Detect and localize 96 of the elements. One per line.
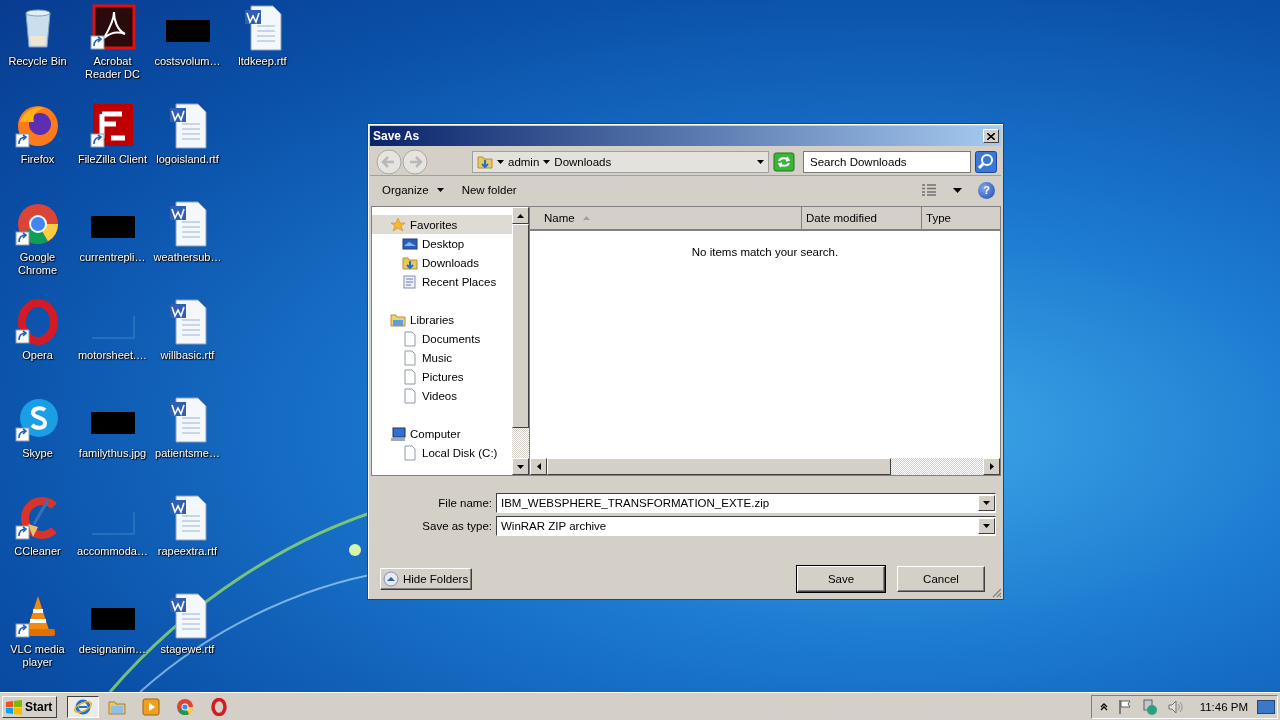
nav-item[interactable]: Recent Places bbox=[372, 272, 512, 291]
close-icon bbox=[987, 132, 995, 140]
icon-label[interactable]: familythus.jpg bbox=[75, 447, 150, 460]
play-icon bbox=[142, 697, 161, 716]
start-button[interactable]: Start bbox=[2, 695, 58, 718]
dialog-button[interactable]: Cancel bbox=[897, 566, 985, 592]
address-bar[interactable]: admin Downloads bbox=[472, 150, 769, 173]
browser-logo-icon bbox=[176, 697, 195, 716]
scroll-right-button[interactable] bbox=[983, 458, 1000, 475]
icon-label[interactable]: patientsme… bbox=[150, 447, 225, 460]
show-desktop-icon[interactable] bbox=[1257, 699, 1275, 714]
icon-label[interactable]: FileZilla Client bbox=[75, 153, 150, 166]
toolbar-button[interactable]: Organize bbox=[376, 181, 450, 199]
breadcrumb-item[interactable]: admin bbox=[508, 155, 540, 168]
caret-icon bbox=[436, 188, 444, 192]
nav-item[interactable]: Videos bbox=[372, 386, 512, 405]
recent-places-icon bbox=[402, 273, 418, 290]
icon-label[interactable]: logoisland.rtf bbox=[150, 153, 225, 166]
computer-icon bbox=[390, 425, 406, 442]
view-list-icon[interactable] bbox=[921, 184, 937, 196]
icon-label[interactable]: willbasic.rtf bbox=[150, 349, 225, 362]
page-icon bbox=[402, 349, 418, 366]
caret-icon bbox=[989, 463, 994, 470]
icon-label[interactable]: rapeextra.rtf bbox=[150, 545, 225, 558]
caret-icon bbox=[536, 463, 541, 470]
download-folder-icon bbox=[477, 153, 493, 170]
icon-label[interactable]: Firefox bbox=[0, 153, 75, 166]
taskbar-button[interactable] bbox=[67, 695, 100, 718]
nav-item[interactable]: Local Disk (C:) bbox=[372, 443, 512, 462]
nav-item[interactable]: Documents bbox=[372, 329, 512, 348]
scroll-up-button[interactable] bbox=[512, 207, 529, 224]
field-label: File name: bbox=[437, 497, 492, 509]
flag-icon[interactable] bbox=[1116, 698, 1133, 715]
nav-item[interactable]: Pictures bbox=[372, 367, 512, 386]
empty-message: No items match your search. bbox=[691, 246, 839, 260]
nav-item[interactable]: Downloads bbox=[372, 253, 512, 272]
scroll-down-button[interactable] bbox=[512, 458, 529, 475]
page-icon bbox=[402, 387, 418, 404]
scroll-left-button[interactable] bbox=[530, 458, 547, 475]
combo-field[interactable]: WinRAR ZIP archive bbox=[496, 516, 996, 536]
dialog-button[interactable]: Save bbox=[797, 566, 885, 592]
refresh-icon[interactable] bbox=[773, 151, 795, 172]
icon-label[interactable]: accommoda… bbox=[75, 545, 150, 558]
hide-folders-button[interactable]: Hide Folders bbox=[380, 568, 473, 590]
nav-item[interactable]: Computer bbox=[372, 424, 512, 443]
page-icon bbox=[402, 368, 418, 385]
caret-icon bbox=[983, 501, 990, 505]
page-icon bbox=[402, 330, 418, 347]
search-icon[interactable] bbox=[975, 150, 997, 173]
icon-label[interactable]: ltdkeep.rtf bbox=[225, 55, 300, 68]
caret-icon bbox=[983, 524, 990, 528]
download-folder-icon bbox=[402, 254, 418, 271]
nav-item[interactable]: Music bbox=[372, 348, 512, 367]
close-button[interactable] bbox=[983, 129, 999, 143]
window-title: Save As bbox=[373, 129, 420, 143]
resize-grip-icon bbox=[991, 587, 1002, 598]
caret-icon bbox=[517, 213, 524, 218]
icon-label[interactable]: Skype bbox=[0, 447, 75, 460]
icon-label[interactable]: Google Chrome bbox=[0, 251, 75, 277]
icon-label[interactable]: designanim… bbox=[75, 643, 150, 656]
icon-label[interactable]: weathersub… bbox=[150, 251, 225, 264]
page-icon bbox=[402, 444, 418, 461]
icon-label[interactable]: Acrobat Reader DC bbox=[75, 55, 150, 81]
icon-label[interactable]: VLC media player bbox=[0, 643, 75, 669]
icon-label[interactable]: CCleaner bbox=[0, 545, 75, 558]
caret-icon bbox=[543, 159, 551, 164]
windows-logo-icon bbox=[5, 698, 23, 715]
curve-logo-icon[interactable] bbox=[88, 4, 137, 52]
breadcrumb-item[interactable]: Downloads bbox=[554, 155, 612, 168]
star-icon bbox=[390, 216, 406, 233]
ring-logo-icon bbox=[210, 697, 229, 716]
nav-item[interactable]: Libraries bbox=[372, 310, 512, 329]
caret-icon bbox=[517, 464, 524, 469]
desktop-icon bbox=[402, 235, 418, 252]
caret-icon bbox=[497, 159, 504, 164]
scrollbar-thumb[interactable] bbox=[547, 458, 891, 475]
scrollbar-thumb[interactable] bbox=[512, 224, 529, 428]
caret-icon[interactable] bbox=[953, 187, 962, 193]
speaker-icon[interactable] bbox=[1166, 698, 1183, 715]
icon-label[interactable]: costsvolum… bbox=[150, 55, 225, 68]
nav-item[interactable]: Favorites bbox=[372, 215, 512, 234]
icon-label[interactable]: currentrepli… bbox=[75, 251, 150, 264]
library-folder-icon bbox=[390, 311, 406, 328]
clock[interactable]: 11:46 PM bbox=[1199, 700, 1248, 713]
browser-logo-icon bbox=[74, 697, 93, 716]
search-field[interactable]: Search Downloads bbox=[803, 150, 971, 173]
icon-label[interactable]: Recycle Bin bbox=[0, 55, 75, 68]
field-label: Save as type: bbox=[421, 520, 492, 532]
combo-field[interactable]: IBM_WEBSPHERE_TRANSFORMATION_EXTE.zip bbox=[496, 493, 996, 513]
nav-item[interactable]: Desktop bbox=[372, 234, 512, 253]
toolbar-button[interactable]: New folder bbox=[455, 181, 523, 199]
caret-icon bbox=[757, 159, 764, 164]
icon-label[interactable]: stagewe.rtf bbox=[150, 643, 225, 656]
icon-label[interactable]: motorsheet.… bbox=[75, 349, 150, 362]
chevron-up-icon[interactable] bbox=[1099, 702, 1108, 711]
icon-label[interactable]: Opera bbox=[0, 349, 75, 362]
